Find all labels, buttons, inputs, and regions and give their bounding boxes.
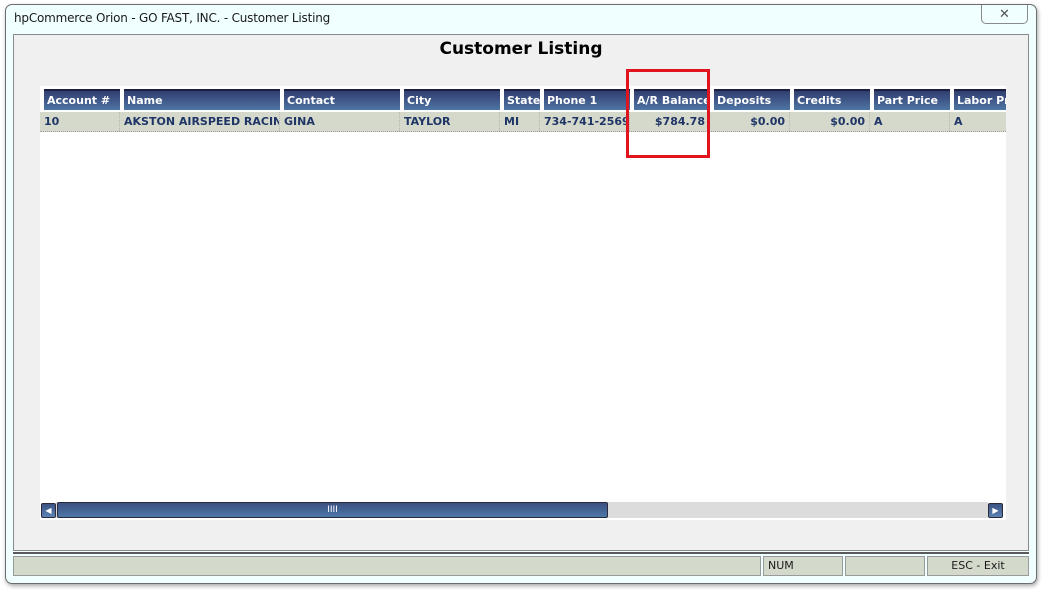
- column-header-credits[interactable]: Credits: [794, 89, 870, 110]
- app-window: hpCommerce Orion - GO FAST, INC. - Custo…: [5, 4, 1037, 584]
- scroll-left-button[interactable]: ◀: [41, 503, 56, 518]
- cell-phone1: 734-741-2569: [540, 112, 630, 131]
- page-title: Customer Listing: [439, 39, 603, 59]
- column-header-ar-balance[interactable]: A/R Balance: [634, 89, 710, 110]
- status-bar: NUM ESC - Exit: [13, 552, 1029, 578]
- column-header-name[interactable]: Name: [124, 89, 280, 110]
- window-title: hpCommerce Orion - GO FAST, INC. - Custo…: [14, 11, 331, 25]
- cell-part-price: A: [870, 112, 950, 131]
- customer-grid: Account # Name Contact City State Phone …: [40, 86, 1006, 520]
- cell-ar-balance: $784.78: [630, 112, 710, 131]
- scrollbar-thumb[interactable]: IIII: [57, 502, 608, 518]
- horizontal-scrollbar[interactable]: ◀ IIII ▶: [40, 500, 1006, 520]
- cell-contact: GINA: [280, 112, 400, 131]
- column-header-contact[interactable]: Contact: [284, 89, 400, 110]
- status-pane-main: [13, 556, 761, 576]
- table-row[interactable]: 10 AKSTON AIRSPEED RACING GINA TAYLOR MI…: [40, 112, 1006, 132]
- client-area: Customer Listing Account # Name Contact …: [13, 34, 1029, 551]
- close-button[interactable]: ✕: [981, 5, 1028, 24]
- status-pane-empty: [845, 556, 925, 576]
- scroll-right-button[interactable]: ▶: [988, 503, 1003, 518]
- status-pane-num: NUM: [763, 556, 843, 576]
- cell-state: MI: [500, 112, 540, 131]
- scroll-left-icon: ◀: [45, 506, 52, 515]
- column-header-city[interactable]: City: [404, 89, 500, 110]
- scroll-right-icon: ▶: [992, 506, 999, 515]
- column-header-state[interactable]: State: [504, 89, 540, 110]
- cell-deposits: $0.00: [710, 112, 790, 131]
- cell-account: 10: [40, 112, 120, 131]
- column-header-account[interactable]: Account #: [44, 89, 120, 110]
- cell-city: TAYLOR: [400, 112, 500, 131]
- column-header-part-price[interactable]: Part Price: [874, 89, 950, 110]
- cell-labor-price: A: [950, 112, 1006, 131]
- column-header-deposits[interactable]: Deposits: [714, 89, 790, 110]
- grip-icon: IIII: [327, 505, 338, 515]
- esc-exit-button[interactable]: ESC - Exit: [927, 556, 1029, 576]
- close-x-icon: ✕: [999, 6, 1010, 22]
- cell-name: AKSTON AIRSPEED RACING: [120, 112, 280, 131]
- column-header-labor-price[interactable]: Labor Pric: [954, 89, 1006, 110]
- grid-header: Account # Name Contact City State Phone …: [40, 86, 1006, 112]
- column-header-phone1[interactable]: Phone 1: [544, 89, 630, 110]
- cell-credits: $0.00: [790, 112, 870, 131]
